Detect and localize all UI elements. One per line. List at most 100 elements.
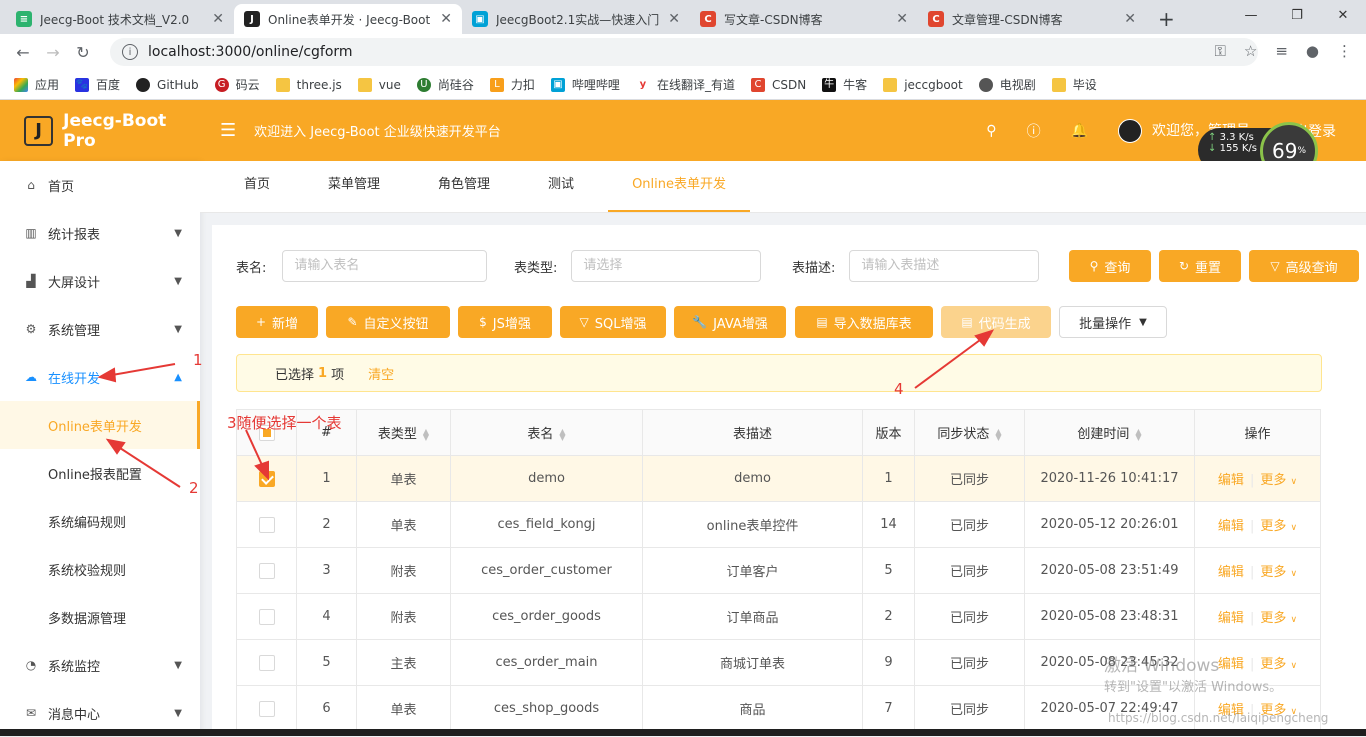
sidebar-item-online-form[interactable]: Online表单开发 bbox=[0, 401, 200, 449]
table-desc-input[interactable]: 请输入表描述 bbox=[849, 250, 1040, 282]
row-checkbox[interactable] bbox=[258, 608, 275, 625]
help-icon[interactable]: ⓘ bbox=[1027, 121, 1041, 141]
col-type[interactable]: 表类型 ▲ ▼ bbox=[356, 409, 451, 456]
table-row[interactable]: 2 单表 ces_field_kongj online表单控件 14 已同步 2020-05… bbox=[236, 501, 1321, 548]
sidebar-item-datasource[interactable]: 多数据源管理 bbox=[0, 593, 200, 641]
app-logo[interactable]: J Jeecg-Boot Pro bbox=[0, 100, 200, 161]
edit-link[interactable]: 编辑 bbox=[1218, 611, 1244, 626]
reset-button[interactable]: ↻ 重置 bbox=[1159, 250, 1241, 282]
url-input[interactable]: i localhost:3000/online/cgform bbox=[110, 38, 1258, 66]
row-select-cell[interactable] bbox=[236, 455, 297, 502]
import-db-button[interactable]: ▤ 导入数据库表 bbox=[795, 306, 933, 338]
bookmark[interactable]: y 在线翻译_有道 bbox=[635, 76, 735, 93]
close-tab-icon[interactable]: ✕ bbox=[440, 11, 452, 27]
code-generate-button[interactable]: ▤ 代码生成 bbox=[941, 306, 1051, 338]
sidebar-item-system[interactable]: ⚙ 系统管理 ▼ bbox=[0, 305, 200, 353]
sidebar-item-home[interactable]: ⌂ 首页 bbox=[0, 161, 200, 209]
close-tab-icon[interactable]: ✕ bbox=[1124, 11, 1136, 27]
profile-icon[interactable]: ● bbox=[1306, 42, 1319, 60]
row-select-cell[interactable] bbox=[236, 501, 297, 548]
bookmark[interactable]: vue bbox=[357, 77, 401, 92]
bookmark[interactable]: 🐾 百度 bbox=[75, 76, 120, 93]
row-checkbox[interactable] bbox=[258, 700, 275, 717]
close-window-icon[interactable]: ✕ bbox=[1320, 0, 1366, 30]
browser-tab[interactable]: C 文章管理-CSDN博客 ✕ bbox=[918, 4, 1146, 34]
table-name-input[interactable]: 请输入表名 bbox=[282, 250, 488, 282]
search-icon[interactable]: ⚲ bbox=[986, 123, 996, 139]
add-button[interactable]: + 新增 bbox=[236, 306, 318, 338]
col-name[interactable]: 表名 ▲ ▼ bbox=[450, 409, 643, 456]
browser-tab-active[interactable]: J Online表单开发 · Jeecg-Boot ✕ bbox=[234, 4, 462, 34]
close-tab-icon[interactable]: ✕ bbox=[212, 11, 224, 27]
custom-button-button[interactable]: ✎ 自定义按钮 bbox=[326, 306, 450, 338]
tab-test[interactable]: 测试 bbox=[524, 161, 598, 212]
sidebar-item-online-report[interactable]: Online报表配置 bbox=[0, 449, 200, 497]
close-tab-icon[interactable]: ✕ bbox=[668, 11, 680, 27]
sidebar-item-monitor[interactable]: ◔ 系统监控 ▼ bbox=[0, 641, 200, 689]
browser-tab[interactable]: ≡ Jeecg-Boot 技术文档_V2.0 ✕ bbox=[6, 4, 234, 34]
new-tab-icon[interactable]: + bbox=[1158, 4, 1175, 34]
menu-icon[interactable]: ⋮ bbox=[1337, 42, 1352, 60]
bookmark[interactable]: jeccgboot bbox=[883, 77, 963, 92]
sort-icon[interactable]: ▲ ▼ bbox=[1135, 427, 1141, 441]
batch-operation-button[interactable]: 批量操作 ▼ bbox=[1059, 306, 1167, 338]
browser-tab[interactable]: C 写文章-CSDN博客 ✕ bbox=[690, 4, 918, 34]
sort-icon[interactable]: ▲ ▼ bbox=[995, 427, 1001, 441]
row-checkbox[interactable] bbox=[258, 516, 275, 533]
bookmark[interactable]: 牛牛客 bbox=[822, 76, 867, 93]
col-sync[interactable]: 同步状态 ▲ ▼ bbox=[914, 409, 1025, 456]
bookmark[interactable]: ▣ 哔哩哔哩 bbox=[550, 76, 620, 93]
tab-home[interactable]: 首页 bbox=[220, 161, 294, 212]
restore-icon[interactable]: ❐ bbox=[1274, 0, 1320, 30]
table-row[interactable]: 3 附表 ces_order_customer 订单客户 5 已同步 2020-05-08 … bbox=[236, 547, 1321, 594]
tab-role[interactable]: 角色管理 bbox=[414, 161, 514, 212]
bookmark[interactable]: GitHub bbox=[136, 77, 199, 92]
playlist-icon[interactable]: ≡ bbox=[1275, 42, 1288, 60]
close-tab-icon[interactable]: ✕ bbox=[896, 11, 908, 27]
sort-icon[interactable]: ▲ ▼ bbox=[559, 427, 565, 441]
more-link[interactable]: 更多 ∨ bbox=[1260, 657, 1297, 672]
edit-link[interactable]: 编辑 bbox=[1218, 519, 1244, 534]
bookmark[interactable]: L 力扣 bbox=[489, 76, 535, 93]
sidebar-item-check-rules[interactable]: 系统校验规则 bbox=[0, 545, 200, 593]
sort-icon[interactable]: ▲ ▼ bbox=[423, 427, 429, 441]
edit-link[interactable]: 编辑 bbox=[1218, 657, 1244, 672]
reload-icon[interactable]: ↻ bbox=[68, 43, 98, 62]
browser-tab[interactable]: ▣ JeecgBoot2.1实战—快速入门 ✕ bbox=[462, 4, 690, 34]
js-enhance-button[interactable]: $ JS增强 bbox=[458, 306, 552, 338]
more-link[interactable]: 更多 ∨ bbox=[1260, 473, 1297, 488]
java-enhance-button[interactable]: 🔧 JAVA增强 bbox=[674, 306, 786, 338]
tab-online-form[interactable]: Online表单开发 bbox=[608, 161, 750, 212]
menu-fold-icon[interactable]: ☰ bbox=[220, 120, 236, 141]
more-link[interactable]: 更多 ∨ bbox=[1260, 565, 1297, 580]
row-select-cell[interactable] bbox=[236, 685, 297, 732]
bookmark[interactable]: 应用 bbox=[14, 76, 59, 93]
sidebar-item-bigscreen[interactable]: ▟ 大屏设计 ▼ bbox=[0, 257, 200, 305]
sidebar-item-online-dev[interactable]: ☁ 在线开发 ▲ bbox=[0, 353, 200, 401]
bookmark[interactable]: 毕设 bbox=[1051, 76, 1097, 93]
clear-selection-link[interactable]: 清空 bbox=[368, 364, 394, 383]
forward-icon[interactable]: → bbox=[38, 43, 68, 62]
star-icon[interactable]: ☆ bbox=[1244, 42, 1257, 60]
info-icon[interactable]: i bbox=[122, 44, 138, 60]
row-checkbox[interactable] bbox=[258, 470, 275, 487]
table-row[interactable]: 1 单表 demo demo 1 已同步 2020-11-26 10:41:17 编辑 | 更多 … bbox=[236, 455, 1321, 502]
sql-enhance-button[interactable]: ▽ SQL增强 bbox=[560, 306, 666, 338]
row-select-cell[interactable] bbox=[236, 639, 297, 686]
bookmark[interactable]: U 尚硅谷 bbox=[416, 76, 474, 93]
back-icon[interactable]: ← bbox=[8, 43, 38, 62]
query-button[interactable]: ⚲ 查询 bbox=[1069, 250, 1151, 282]
table-row[interactable]: 4 附表 ces_order_goods 订单商品 2 已同步 2020-05-08 23:… bbox=[236, 593, 1321, 640]
bell-icon[interactable]: 🔔 bbox=[1071, 123, 1088, 139]
bookmark[interactable]: G 码云 bbox=[214, 76, 260, 93]
bookmark[interactable]: 电视剧 bbox=[978, 76, 1036, 93]
row-checkbox[interactable] bbox=[258, 654, 275, 671]
tab-menu[interactable]: 菜单管理 bbox=[304, 161, 404, 212]
key-icon[interactable]: ⚿ bbox=[1214, 42, 1225, 60]
bookmark[interactable]: three.js bbox=[275, 77, 342, 92]
row-select-cell[interactable] bbox=[236, 547, 297, 594]
col-created[interactable]: 创建时间 ▲ ▼ bbox=[1024, 409, 1195, 456]
row-checkbox[interactable] bbox=[258, 562, 275, 579]
row-select-cell[interactable] bbox=[236, 593, 297, 640]
sidebar-item-reports[interactable]: ▥ 统计报表 ▼ bbox=[0, 209, 200, 257]
